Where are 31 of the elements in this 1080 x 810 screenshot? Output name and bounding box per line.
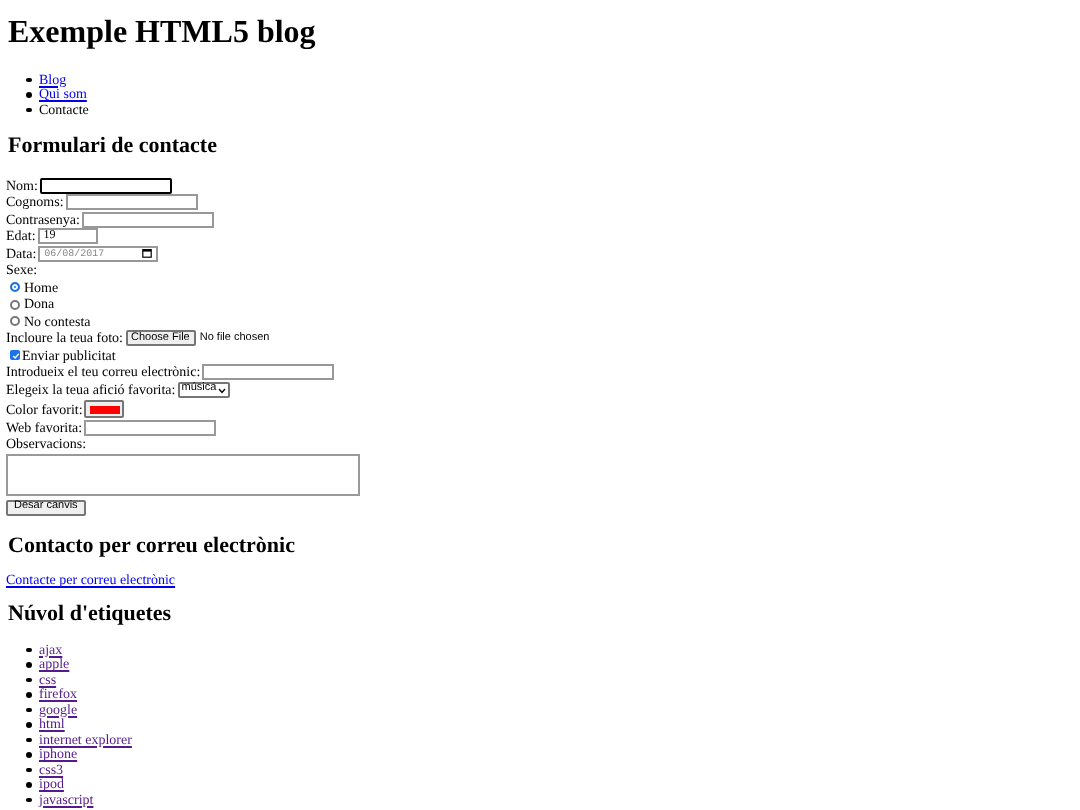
section-heading: Formulari de contacte (8, 133, 219, 157)
bullet-icon (26, 767, 31, 772)
bullet-icon (26, 752, 31, 757)
bullet-icon (26, 692, 31, 697)
text-field[interactable] (65, 194, 198, 211)
bullet-icon (26, 797, 31, 802)
bullet-icon (26, 707, 31, 712)
radio-button[interactable] (10, 316, 20, 327)
chevron-down-icon (218, 387, 227, 393)
radio-button[interactable] (10, 282, 20, 293)
page-title: Exemple HTML5 blog (8, 14, 318, 52)
bullet-icon (26, 92, 31, 97)
text-field[interactable] (39, 177, 172, 194)
section-heading: Contacto per correu electrònic (8, 534, 297, 558)
checkbox[interactable] (10, 350, 20, 361)
bullet-icon (26, 737, 31, 742)
color-picker[interactable] (84, 400, 125, 418)
bullet-icon (26, 782, 31, 787)
bullet-icon (26, 662, 31, 667)
text-field[interactable] (81, 211, 214, 228)
text-field[interactable] (202, 364, 335, 381)
bullet-icon (26, 722, 31, 727)
bullet-icon (26, 107, 31, 112)
bullet-icon (26, 647, 31, 652)
bullet-icon (26, 677, 31, 682)
text-field[interactable] (84, 419, 217, 436)
calendar-icon (142, 248, 153, 259)
bullet-icon (26, 77, 31, 82)
section-heading: Núvol d'etiquetes (8, 602, 174, 626)
textarea-field[interactable] (6, 453, 360, 495)
radio-button[interactable] (10, 299, 20, 310)
